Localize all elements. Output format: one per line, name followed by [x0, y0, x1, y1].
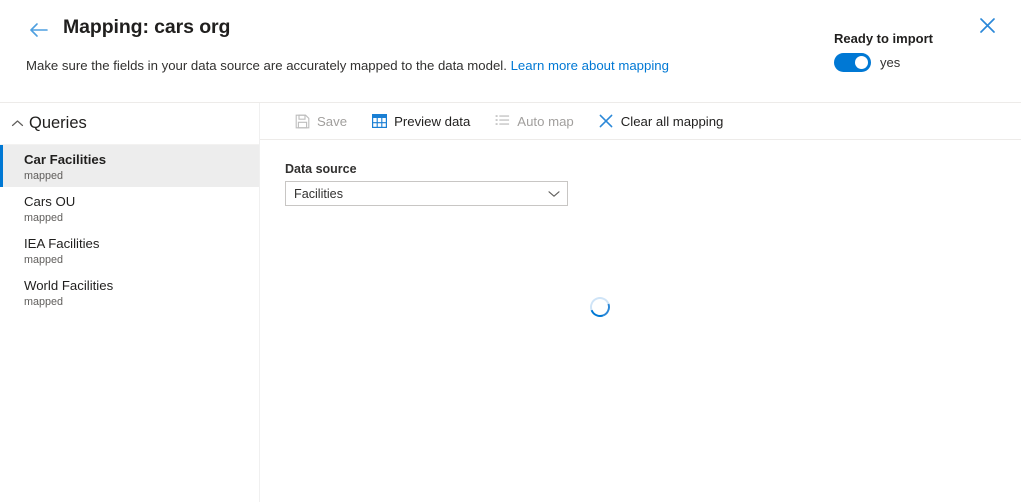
subtitle-text: Make sure the fields in your data source…: [26, 58, 507, 73]
arrow-left-icon: [30, 23, 48, 37]
preview-data-button-label: Preview data: [394, 113, 471, 129]
queries-section-header[interactable]: Queries: [0, 103, 259, 145]
clear-all-mapping-button-label: Clear all mapping: [620, 113, 724, 129]
query-list: Car Facilities mapped Cars OU mapped IEA…: [0, 145, 259, 313]
query-item-status: mapped: [24, 170, 64, 182]
close-icon: [979, 17, 995, 33]
toggle-knob: [854, 56, 868, 69]
ready-to-import-block: Ready to import yes: [834, 31, 933, 72]
ready-to-import-toggle[interactable]: [834, 53, 872, 72]
auto-map-button-label: Auto map: [517, 113, 574, 129]
auto-map-button[interactable]: Auto map: [485, 106, 582, 136]
save-button[interactable]: Save: [285, 106, 356, 136]
query-item-label: IEA Facilities: [24, 236, 100, 251]
chevron-down-icon: [548, 188, 560, 200]
page-body: Queries Car Facilities mapped Cars OU ma…: [0, 103, 1021, 502]
clear-all-mapping-button[interactable]: Clear all mapping: [589, 106, 733, 136]
save-button-label: Save: [317, 113, 348, 129]
ready-to-import-toggle-row: yes: [834, 53, 933, 72]
close-button[interactable]: [975, 13, 999, 37]
table-icon: [371, 113, 387, 129]
page-header: Mapping: cars org Make sure the fields i…: [0, 0, 1021, 103]
query-item-world-facilities[interactable]: World Facilities mapped: [0, 271, 259, 313]
query-item-label: Car Facilities: [24, 152, 107, 167]
query-item-status: mapped: [24, 212, 64, 224]
loading-spinner: [586, 293, 614, 321]
mapping-main-panel: Save Preview data Auto map Clear all map…: [260, 103, 1021, 502]
query-item-status: mapped: [24, 254, 64, 266]
query-item-label: Cars OU: [24, 194, 76, 209]
back-button[interactable]: [26, 18, 52, 42]
learn-more-link[interactable]: Learn more about mapping: [511, 58, 669, 73]
toggle-value-label: yes: [880, 55, 901, 70]
query-item-car-facilities[interactable]: Car Facilities mapped: [0, 145, 259, 187]
data-source-dropdown[interactable]: Facilities: [285, 181, 568, 206]
page-subtitle: Make sure the fields in your data source…: [26, 58, 669, 73]
ready-to-import-label: Ready to import: [834, 31, 933, 46]
list-icon: [494, 113, 510, 129]
data-source-selected-value: Facilities: [294, 186, 343, 201]
query-item-iea-facilities[interactable]: IEA Facilities mapped: [0, 229, 259, 271]
close-x-icon: [598, 113, 614, 129]
data-source-label: Data source: [285, 162, 357, 176]
preview-data-button[interactable]: Preview data: [362, 106, 479, 136]
query-item-cars-ou[interactable]: Cars OU mapped: [0, 187, 259, 229]
query-item-label: World Facilities: [24, 278, 114, 293]
queries-section-title: Queries: [29, 114, 87, 132]
chevron-up-icon: [8, 115, 26, 133]
page-title: Mapping: cars org: [63, 16, 231, 38]
mapping-page: Mapping: cars org Make sure the fields i…: [0, 0, 1021, 502]
loading-spinner-icon: [586, 293, 614, 321]
save-icon: [294, 113, 310, 129]
query-item-status: mapped: [24, 296, 64, 308]
mapping-content-area: Data source Facilities: [260, 140, 1021, 321]
queries-sidebar: Queries Car Facilities mapped Cars OU ma…: [0, 103, 260, 502]
mapping-toolbar: Save Preview data Auto map Clear all map…: [260, 103, 1021, 140]
